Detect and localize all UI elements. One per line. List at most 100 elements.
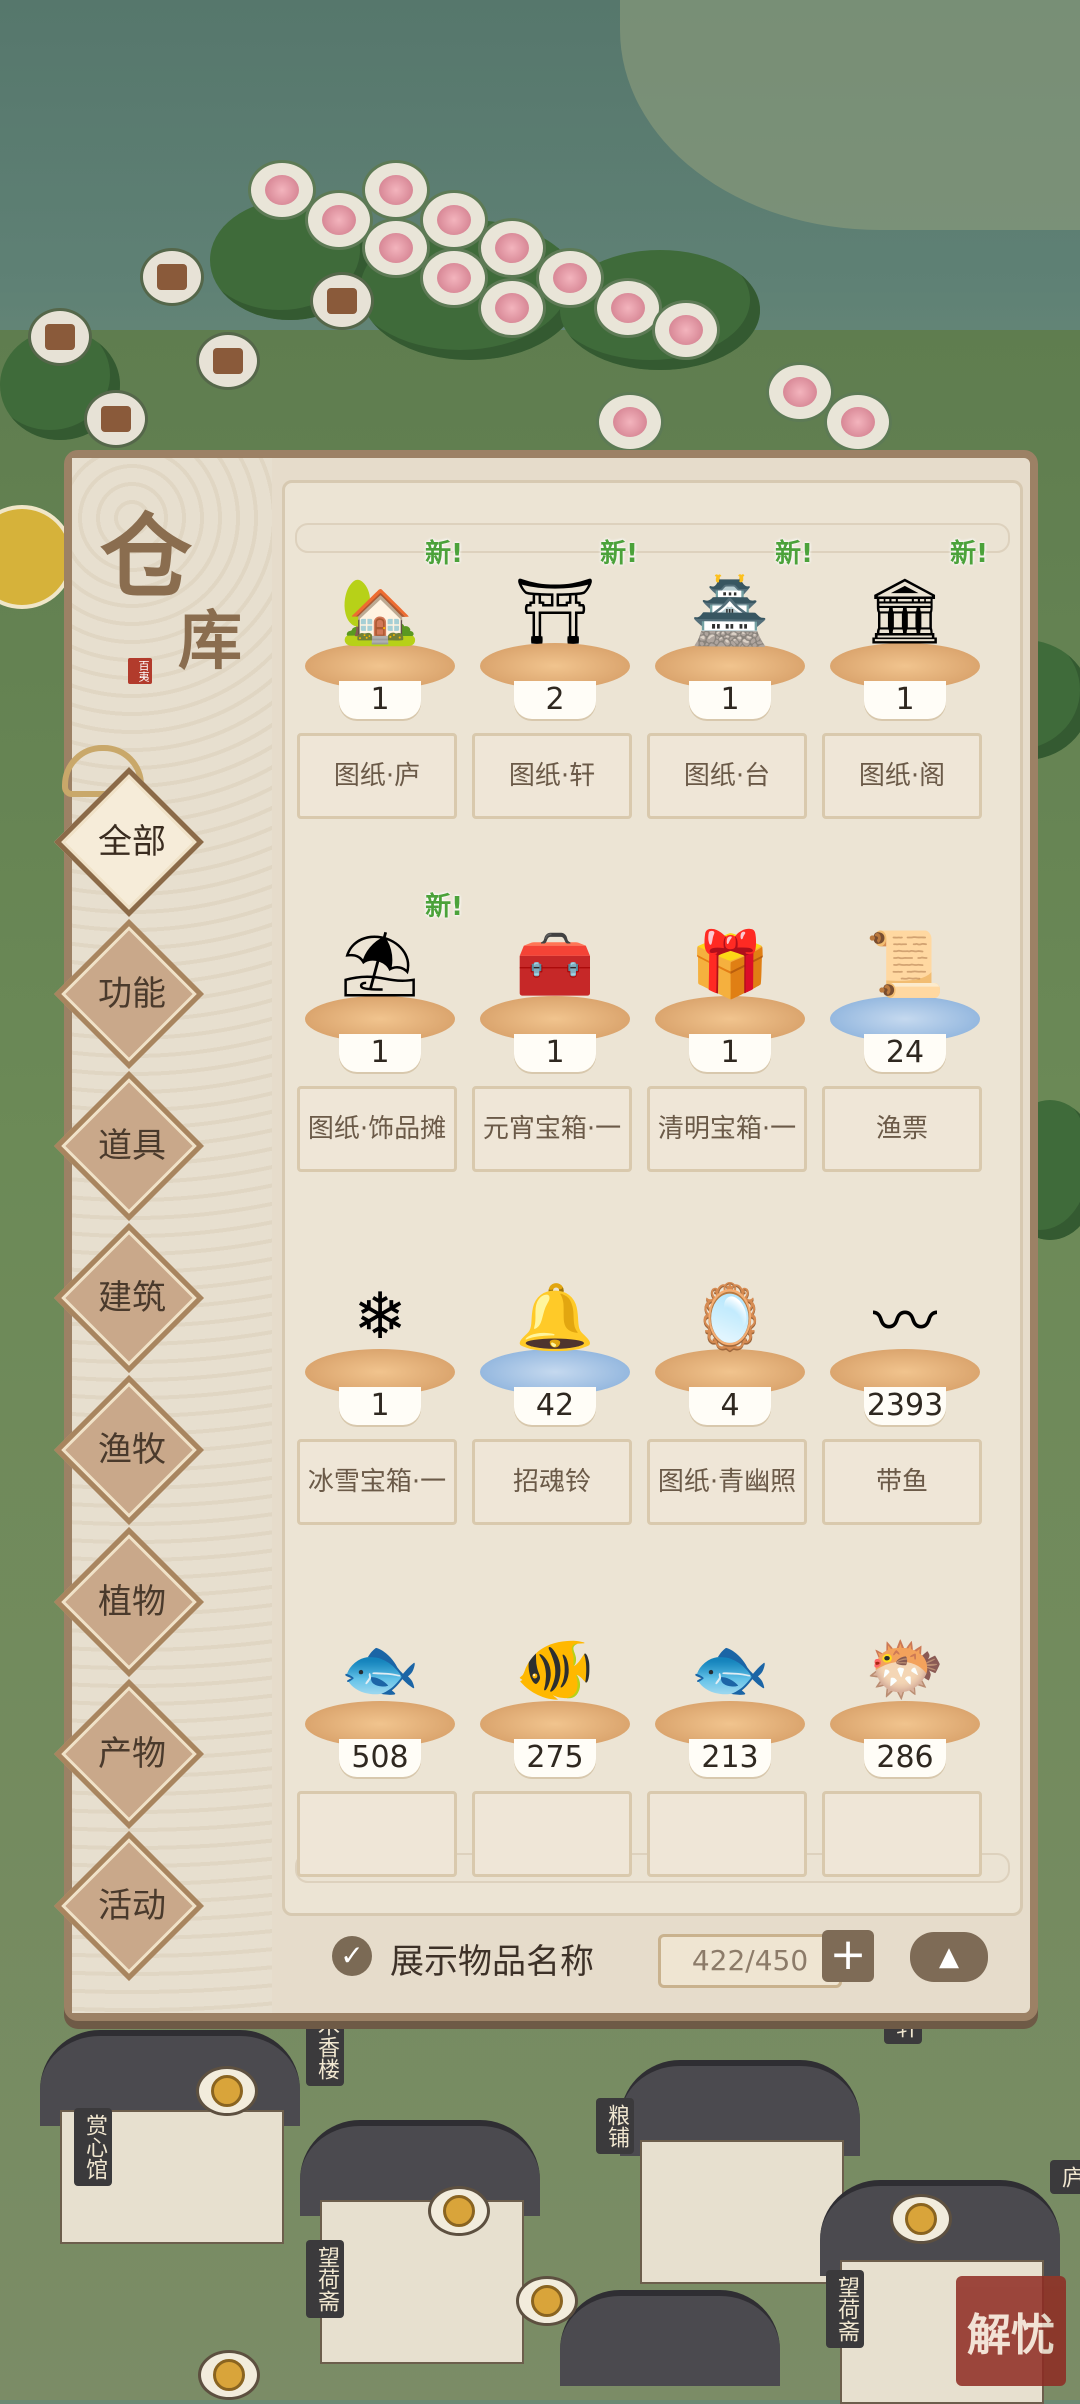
item-name: 清明宝箱·一 — [647, 1086, 807, 1172]
item-slot[interactable]: 新! 🏛 1 图纸·阁 — [822, 533, 988, 823]
title-char-ku: 库 — [178, 604, 242, 679]
tab-function[interactable]: 功能 — [42, 919, 222, 1069]
item-slot[interactable]: 🧰 1 元宵宝箱·一 — [472, 886, 638, 1176]
tab-buildings[interactable]: 建筑 — [42, 1223, 222, 1373]
item-slot[interactable]: 🐠 275 — [472, 1591, 638, 1881]
shop-sign: 赏心馆 — [74, 2108, 112, 2186]
item-count: 1 — [339, 1034, 421, 1072]
tab-fishing-herding[interactable]: 渔牧 — [42, 1375, 222, 1525]
item-slot[interactable]: 新! 🏡 1 图纸·庐 — [297, 533, 463, 823]
coin-collect-icon[interactable] — [890, 2194, 952, 2244]
item-count: 1 — [689, 681, 771, 719]
new-badge: 新! — [425, 539, 463, 569]
wood-harvest-icon[interactable] — [196, 332, 260, 390]
wood-harvest-icon[interactable] — [84, 390, 148, 448]
wood-harvest-icon[interactable] — [140, 248, 204, 306]
bell-icon: 🔔 — [515, 1280, 595, 1355]
item-name: 图纸·轩 — [472, 733, 632, 819]
fish-orange-icon: 🐠 — [515, 1632, 595, 1707]
blossom-harvest-icon[interactable] — [596, 392, 664, 452]
warehouse-panel: 仓 库 百夷 全部 功能 道具 建筑 渔牧 植物 产物 活动 新! 🏡 1 图纸… — [54, 450, 1038, 2021]
wood-harvest-icon[interactable] — [310, 272, 374, 330]
wood-harvest-icon[interactable] — [28, 308, 92, 366]
item-slot[interactable]: 〰 2393 带鱼 — [822, 1239, 988, 1529]
blossom-harvest-icon[interactable] — [362, 160, 430, 220]
building-wall — [640, 2140, 844, 2284]
collapse-button[interactable]: ▲ — [910, 1932, 988, 1982]
item-name: 图纸·青幽照 — [647, 1439, 807, 1525]
building-wall — [320, 2200, 524, 2364]
expand-capacity-button[interactable]: + — [822, 1930, 874, 1982]
item-name: 带鱼 — [822, 1439, 982, 1525]
item-count: 1 — [864, 681, 946, 719]
ribbonfish-icon: 〰 — [873, 1286, 937, 1360]
item-count: 2393 — [864, 1387, 946, 1425]
tab-label: 活动 — [98, 1885, 166, 1926]
item-slot[interactable]: 新! ⛱ 1 图纸·饰品摊 — [297, 886, 463, 1176]
item-slot[interactable]: 🔔 42 招魂铃 — [472, 1239, 638, 1529]
blossom-harvest-icon[interactable] — [652, 300, 720, 360]
tab-products[interactable]: 产物 — [42, 1679, 222, 1829]
tab-label: 全部 — [98, 821, 166, 862]
blossom-harvest-icon[interactable] — [362, 218, 430, 278]
item-slot[interactable]: 🐟 213 — [647, 1591, 813, 1881]
new-badge: 新! — [775, 539, 813, 569]
item-slot[interactable]: 🐟 508 — [297, 1591, 463, 1881]
blueprint-mirror-icon: 🪞 — [690, 1280, 770, 1355]
blueprint-terrace-icon: 🏯 — [690, 574, 770, 649]
blossom-harvest-icon[interactable] — [536, 248, 604, 308]
panel-title: 仓 库 百夷 — [92, 478, 262, 698]
tab-plants[interactable]: 植物 — [42, 1527, 222, 1677]
item-slot[interactable]: 🐡 286 — [822, 1591, 988, 1881]
fishing-ticket-icon: 📜 — [865, 927, 945, 1002]
ice-chest-icon: ❄ — [353, 1280, 407, 1354]
item-slot[interactable]: 📜 24 渔票 — [822, 886, 988, 1176]
qingming-chest-icon: 🎁 — [690, 927, 770, 1002]
item-count: 42 — [514, 1387, 596, 1425]
new-badge: 新! — [950, 539, 988, 569]
item-count: 1 — [514, 1034, 596, 1072]
item-count: 1 — [339, 681, 421, 719]
jieyou-stamp-button[interactable]: 解忧 — [956, 2276, 1066, 2386]
item-name — [647, 1791, 807, 1877]
coin-collect-icon[interactable] — [428, 2186, 490, 2236]
tab-label: 建筑 — [98, 1277, 166, 1318]
item-count: 286 — [864, 1739, 946, 1777]
blossom-harvest-icon[interactable] — [478, 278, 546, 338]
blossom-harvest-icon[interactable] — [478, 218, 546, 278]
item-name — [297, 1791, 457, 1877]
tab-events[interactable]: 活动 — [42, 1831, 222, 1981]
tab-label: 产物 — [98, 1733, 166, 1774]
blossom-harvest-icon[interactable] — [766, 362, 834, 422]
blueprint-stall-icon: ⛱ — [339, 927, 421, 1002]
item-slot[interactable]: 🪞 4 图纸·青幽照 — [647, 1239, 813, 1529]
show-names-checkbox[interactable]: ✓ — [332, 1936, 372, 1976]
item-slot[interactable]: 🎁 1 清明宝箱·一 — [647, 886, 813, 1176]
blueprint-hut-icon: 🏡 — [340, 574, 420, 649]
coin-collect-icon[interactable] — [196, 2066, 258, 2116]
item-name: 图纸·庐 — [297, 733, 457, 819]
shop-sign: 望荷斋 — [826, 2270, 864, 2348]
item-grid[interactable]: 新! 🏡 1 图纸·庐 新! ⛩ 2 图纸·轩 新! 🏯 1 图纸·台 新! 🏛… — [282, 480, 1023, 1916]
item-name: 招魂铃 — [472, 1439, 632, 1525]
tab-props[interactable]: 道具 — [42, 1071, 222, 1221]
item-name: 图纸·饰品摊 — [297, 1086, 457, 1172]
blueprint-pavilion-icon: ⛩ — [514, 574, 596, 649]
blossom-harvest-icon[interactable] — [824, 392, 892, 452]
coin-collect-icon[interactable] — [516, 2276, 578, 2326]
show-names-label[interactable]: 展示物品名称 — [390, 1934, 594, 1983]
item-count: 24 — [864, 1034, 946, 1072]
tab-all[interactable]: 全部 — [42, 767, 222, 917]
tab-label: 渔牧 — [98, 1429, 166, 1470]
tab-label: 功能 — [98, 973, 166, 1014]
item-name — [822, 1791, 982, 1877]
blossom-harvest-icon[interactable] — [420, 248, 488, 308]
new-badge: 新! — [600, 539, 638, 569]
coin-collect-icon[interactable] — [198, 2350, 260, 2400]
item-slot[interactable]: ❄ 1 冰雪宝箱·一 — [297, 1239, 463, 1529]
item-name — [472, 1791, 632, 1877]
capacity-display: 422/450 — [658, 1934, 842, 1988]
item-slot[interactable]: 新! ⛩ 2 图纸·轩 — [472, 533, 638, 823]
item-count: 1 — [689, 1034, 771, 1072]
item-slot[interactable]: 新! 🏯 1 图纸·台 — [647, 533, 813, 823]
